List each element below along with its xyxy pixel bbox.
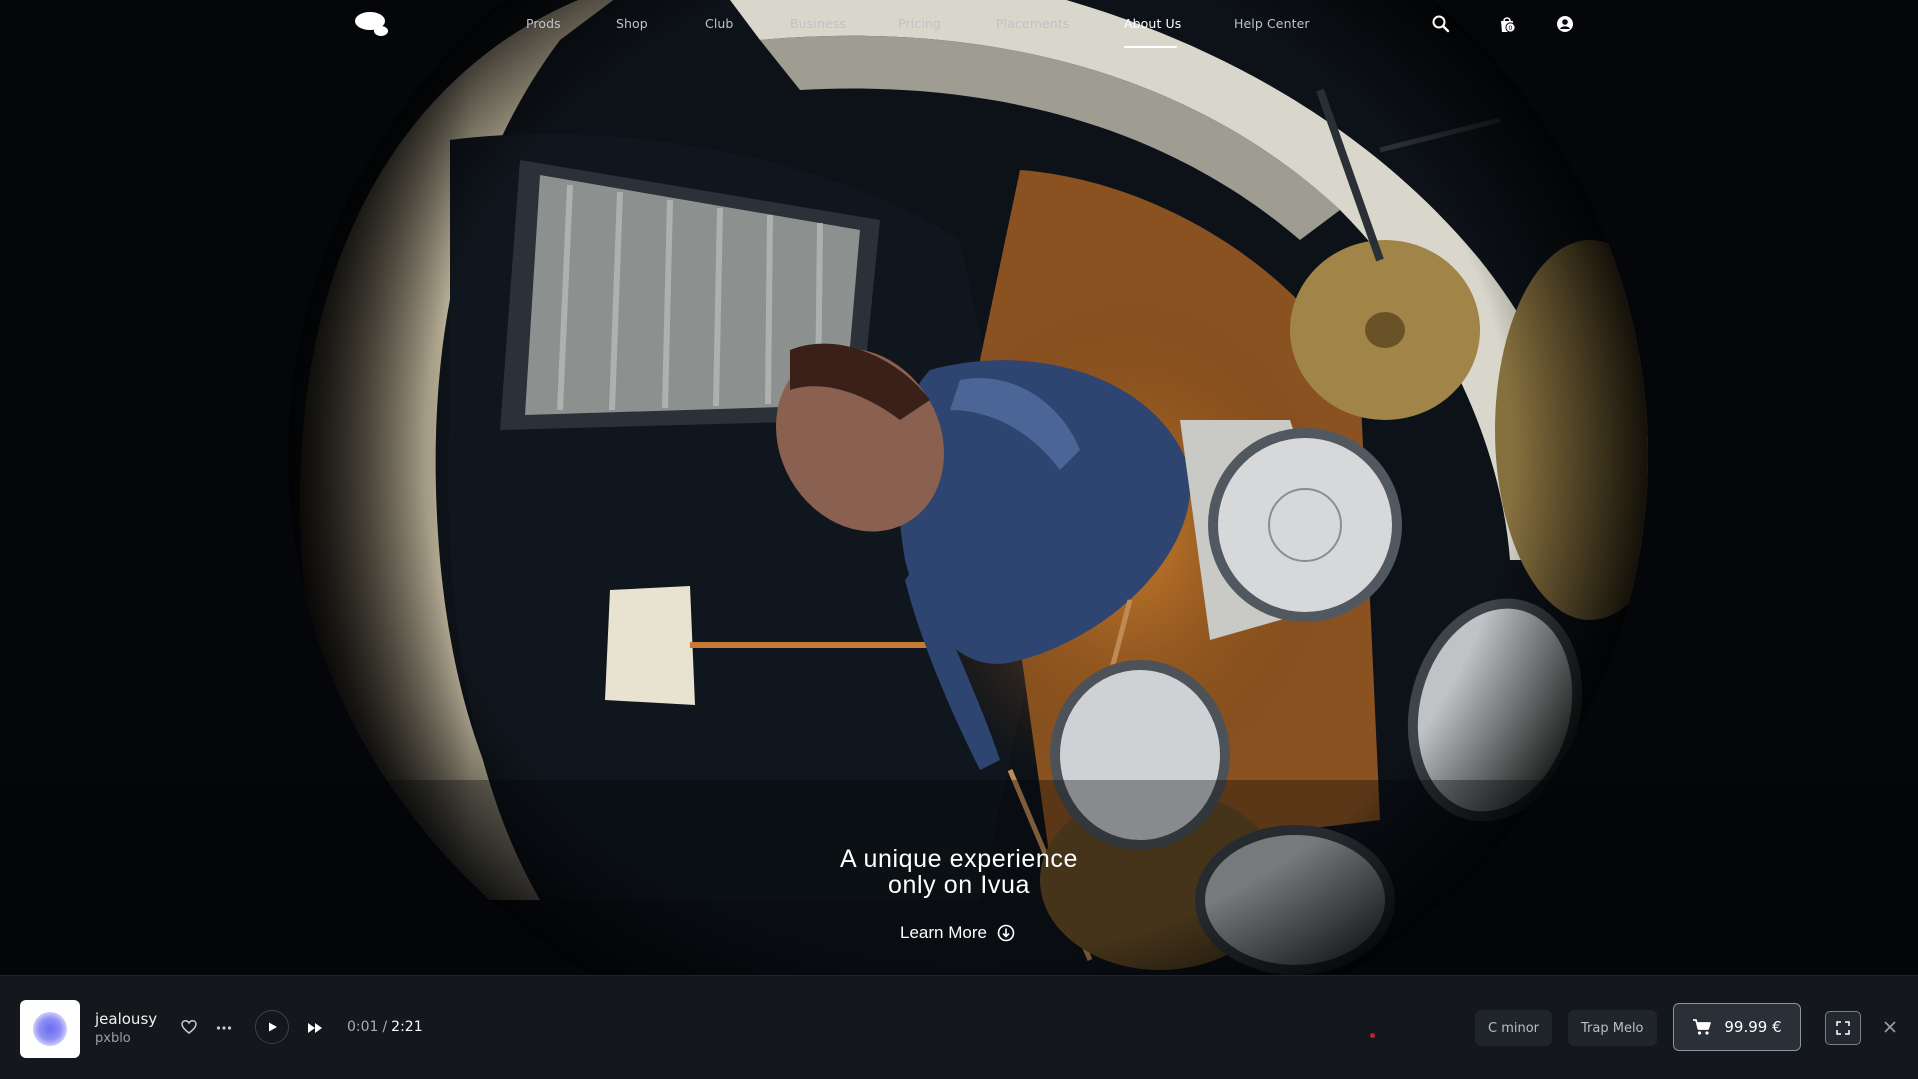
close-player-button[interactable] (1881, 1018, 1899, 1036)
price-label: 99.99 € (1724, 1018, 1782, 1036)
track-title[interactable]: jealousy (95, 1010, 157, 1028)
cloud-logo-icon (355, 12, 388, 36)
total-time: 2:21 (391, 1019, 423, 1035)
nav-link-prods[interactable]: Prods (526, 16, 561, 31)
status-dot (1370, 1033, 1375, 1038)
nav-link-help-center[interactable]: Help Center (1234, 16, 1310, 31)
active-tab-indicator (1124, 46, 1177, 48)
cover-art-image (33, 1012, 67, 1046)
search-button[interactable] (1430, 13, 1452, 35)
learn-more-button[interactable]: Learn More (900, 919, 1015, 947)
time-separator: / (382, 1019, 388, 1035)
hero-scene-image (0, 0, 1918, 975)
nav-link-placements[interactable]: Placements (996, 16, 1069, 31)
more-icon (216, 1026, 232, 1030)
cart-button[interactable]: 0 (1496, 13, 1518, 35)
arrow-down-circle-icon (997, 924, 1015, 942)
track-cover-art[interactable] (20, 1000, 80, 1058)
hero-title: A unique experience only on Ivua (0, 846, 1918, 898)
nav-link-about-us[interactable]: About Us (1124, 16, 1181, 31)
key-tag[interactable]: C minor (1475, 1010, 1553, 1046)
learn-more-label: Learn More (900, 923, 987, 942)
nav-link-shop[interactable]: Shop (616, 16, 648, 31)
cart-count: 0 (1508, 24, 1512, 32)
user-account-icon (1557, 16, 1573, 32)
cart-icon (1693, 1019, 1712, 1035)
nav-link-business[interactable]: Business (790, 16, 846, 31)
current-time: 0:01 (347, 1019, 379, 1035)
like-button[interactable] (180, 1018, 198, 1040)
nav-link-club[interactable]: Club (705, 16, 733, 31)
add-to-cart-button[interactable]: 99.99 € (1673, 1003, 1801, 1051)
play-button[interactable] (255, 1010, 289, 1044)
account-button[interactable] (1554, 13, 1576, 35)
genre-tag[interactable]: Trap Melo (1568, 1010, 1657, 1046)
track-artist[interactable]: pxblo (95, 1031, 131, 1046)
cart-bag-icon: 0 (1501, 17, 1516, 33)
hero-background (0, 0, 1918, 975)
heart-icon (181, 1020, 197, 1034)
hero-title-line-1: A unique experience (840, 845, 1078, 873)
nav-link-pricing[interactable]: Pricing (898, 16, 941, 31)
brand-logo[interactable] (354, 11, 390, 37)
more-options-button[interactable] (215, 1019, 233, 1041)
hero-title-line-2: only on Ivua (887, 871, 1030, 899)
skip-forward-button[interactable] (306, 1019, 324, 1041)
expand-player-button[interactable] (1825, 1011, 1861, 1045)
search-icon (1432, 15, 1450, 33)
close-icon (1884, 1021, 1896, 1033)
playback-time: 0:01/2:21 (347, 1019, 423, 1035)
skip-forward-icon (308, 1023, 322, 1033)
play-icon (269, 1022, 277, 1032)
expand-icon (1836, 1021, 1850, 1035)
top-navigation: Prods Shop Club Business Pricing Placeme… (0, 0, 1918, 50)
